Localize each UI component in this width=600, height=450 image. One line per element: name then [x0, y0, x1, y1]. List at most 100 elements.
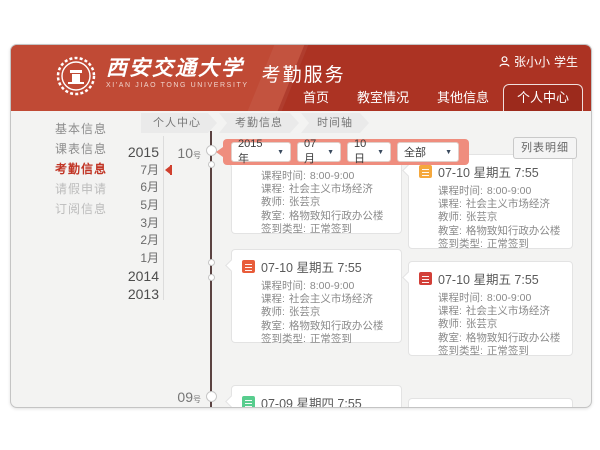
university-name: 西安交通大学	[106, 55, 249, 81]
field-value: 格物致知行政办公楼	[289, 210, 384, 222]
timeline-node	[208, 274, 215, 281]
card-fields: 课程时间:8:00-9:00 课程:社会主义市场经济 教师:张芸京 教室:格物致…	[232, 279, 401, 352]
month-item-2[interactable]: 2月	[11, 232, 159, 250]
field-value: 张芸京	[466, 318, 498, 330]
field-value: 正常签到	[310, 333, 352, 345]
card-fields: 课程时间: 8:00-9:00 课程: 社会主义市场经济 教师: 张芸京 教室: 格物致…	[409, 291, 572, 364]
field-value: 张芸京	[289, 306, 321, 318]
type-select[interactable]: 全部 ▼	[397, 142, 459, 162]
university-name-en: XI'AN JIAO TONG UNIVERSITY	[106, 82, 249, 89]
field-value: 社会主义市场经济	[289, 293, 373, 305]
university-emblem-icon	[55, 55, 97, 97]
month-item-3[interactable]: 3月	[11, 215, 159, 233]
month-item-6[interactable]: 6月	[11, 179, 159, 197]
breadcrumb-item-timeline[interactable]: 时间轴	[301, 113, 369, 133]
checkin-badge-red-icon	[419, 272, 432, 285]
field-label: 课程:	[438, 305, 462, 317]
card-date: 07-10 星期五 7:55	[261, 257, 362, 276]
month-select[interactable]: 07月 ▼	[297, 142, 341, 162]
field-label: 教室:	[438, 332, 462, 344]
card-fields: 课程时间:8:00-9:00 课程:社会主义市场经济 教师:张芸京 教室:格物致…	[409, 184, 572, 257]
checkin-badge-orange-icon	[419, 165, 432, 178]
breadcrumb-item-personal-center[interactable]: 个人中心	[141, 113, 217, 133]
field-value: 正常签到	[487, 345, 529, 357]
field-value: 正常签到	[487, 238, 529, 250]
user-name: 张小小	[514, 53, 550, 70]
field-label: 签到类型:	[438, 345, 483, 357]
field-value: 8:00-9:00	[487, 185, 531, 197]
field-value: 格物致知行政办公楼	[466, 332, 561, 344]
field-value: 格物致知行政办公楼	[466, 225, 561, 237]
user-role: 学生	[554, 53, 578, 70]
nav-classrooms[interactable]: 教室情况	[343, 84, 423, 111]
list-detail-button[interactable]: 列表明细	[513, 137, 577, 159]
field-label: 课程:	[261, 183, 285, 195]
field-label: 课程:	[261, 293, 285, 305]
user-info[interactable]: 张小小 学生	[499, 53, 578, 70]
attendance-card: 07-10 星期五 7:55 课程时间:8:00-9:00 课程:社会主义市场经…	[231, 249, 402, 343]
month-item-5[interactable]: 5月	[11, 197, 159, 215]
tab-personal-center[interactable]: 个人中心	[503, 84, 583, 111]
timeline-node	[208, 259, 215, 266]
field-value: 正常签到	[310, 223, 352, 235]
nav-other-info[interactable]: 其他信息	[423, 84, 503, 111]
nav-home[interactable]: 首页	[289, 84, 343, 111]
field-value: 格物致知行政办公楼	[289, 320, 384, 332]
app-window: 西安交通大学 XI'AN JIAO TONG UNIVERSITY 考勤服务 张…	[10, 44, 592, 408]
field-label: 课程时间:	[261, 170, 306, 182]
attendance-card: 07-10 星期五 7:55 课程时间:8:00-9:00 课程:社会主义市场经…	[408, 261, 573, 356]
field-label: 课程:	[438, 198, 462, 210]
person-icon	[499, 56, 510, 67]
field-label: 教师:	[438, 211, 462, 223]
timeline-line	[210, 131, 212, 407]
field-label: 教师:	[261, 306, 285, 318]
checkin-badge-green-icon	[242, 396, 255, 408]
field-value: 张芸京	[466, 211, 498, 223]
year-select[interactable]: 2015年 ▼	[231, 142, 291, 162]
filter-bubble: 2015年 ▼ 07月 ▼ 10日 ▼ 全部 ▼	[223, 139, 469, 165]
field-value: 8:00-9:00	[487, 292, 531, 304]
year-item-2015[interactable]: 2015	[11, 144, 159, 162]
field-label: 教室:	[261, 320, 285, 332]
main-nav: 首页 教室情况 其他信息 个人中心	[289, 84, 583, 111]
field-label: 签到类型:	[438, 238, 483, 250]
field-value: 8:00-9:00	[310, 170, 354, 182]
screenshot-stage: 西安交通大学 XI'AN JIAO TONG UNIVERSITY 考勤服务 张…	[0, 0, 600, 450]
checkin-badge-vermillion-icon	[242, 260, 255, 273]
app-header: 西安交通大学 XI'AN JIAO TONG UNIVERSITY 考勤服务 张…	[11, 45, 591, 111]
attendance-card: 07-09 星期四 7:55	[231, 385, 402, 408]
field-value: 社会主义市场经济	[466, 198, 550, 210]
day-label-10: 10号	[167, 145, 201, 163]
year-item-2013[interactable]: 2013	[11, 286, 159, 304]
attendance-card: 07-10 星期五 7:55 课程时间:8:00-9:00 课程:社会主义市场经…	[408, 154, 573, 249]
content-area: 基本信息 课表信息 考勤信息 请假申请 订阅信息 个人中心 考勤信息 时间轴 2…	[11, 111, 591, 407]
field-value: 社会主义市场经济	[466, 305, 550, 317]
dropdown-arrow-icon: ▼	[445, 149, 452, 156]
app-title: 考勤服务	[262, 60, 346, 87]
field-label: 教室:	[261, 210, 285, 222]
attendance-card	[408, 398, 573, 408]
day-label-09: 09号	[167, 389, 201, 407]
year-nav-divider	[163, 136, 164, 300]
dropdown-arrow-icon: ▼	[327, 149, 334, 156]
field-label: 教师:	[438, 318, 462, 330]
timeline-node	[208, 161, 215, 168]
field-label: 课程时间:	[438, 292, 483, 304]
field-label: 签到类型:	[261, 333, 306, 345]
card-date: 07-09 星期四 7:55	[261, 393, 362, 408]
field-value: 张芸京	[289, 196, 321, 208]
dropdown-arrow-icon: ▼	[277, 149, 284, 156]
breadcrumb-item-attendance[interactable]: 考勤信息	[219, 113, 299, 133]
field-label: 教师:	[261, 196, 285, 208]
breadcrumb: 个人中心 考勤信息 时间轴	[141, 113, 371, 133]
sidebar-item-basic-info[interactable]: 基本信息	[55, 123, 145, 136]
field-label: 课程时间:	[261, 280, 306, 292]
month-item-1[interactable]: 1月	[11, 250, 159, 268]
university-name-block: 西安交通大学 XI'AN JIAO TONG UNIVERSITY	[106, 55, 249, 89]
month-item-7[interactable]: 7月	[11, 162, 159, 180]
year-item-2014[interactable]: 2014	[11, 268, 159, 286]
current-month-marker-icon	[161, 166, 170, 174]
field-label: 教室:	[438, 225, 462, 237]
field-label: 签到类型:	[261, 223, 306, 235]
day-select[interactable]: 10日 ▼	[347, 142, 391, 162]
